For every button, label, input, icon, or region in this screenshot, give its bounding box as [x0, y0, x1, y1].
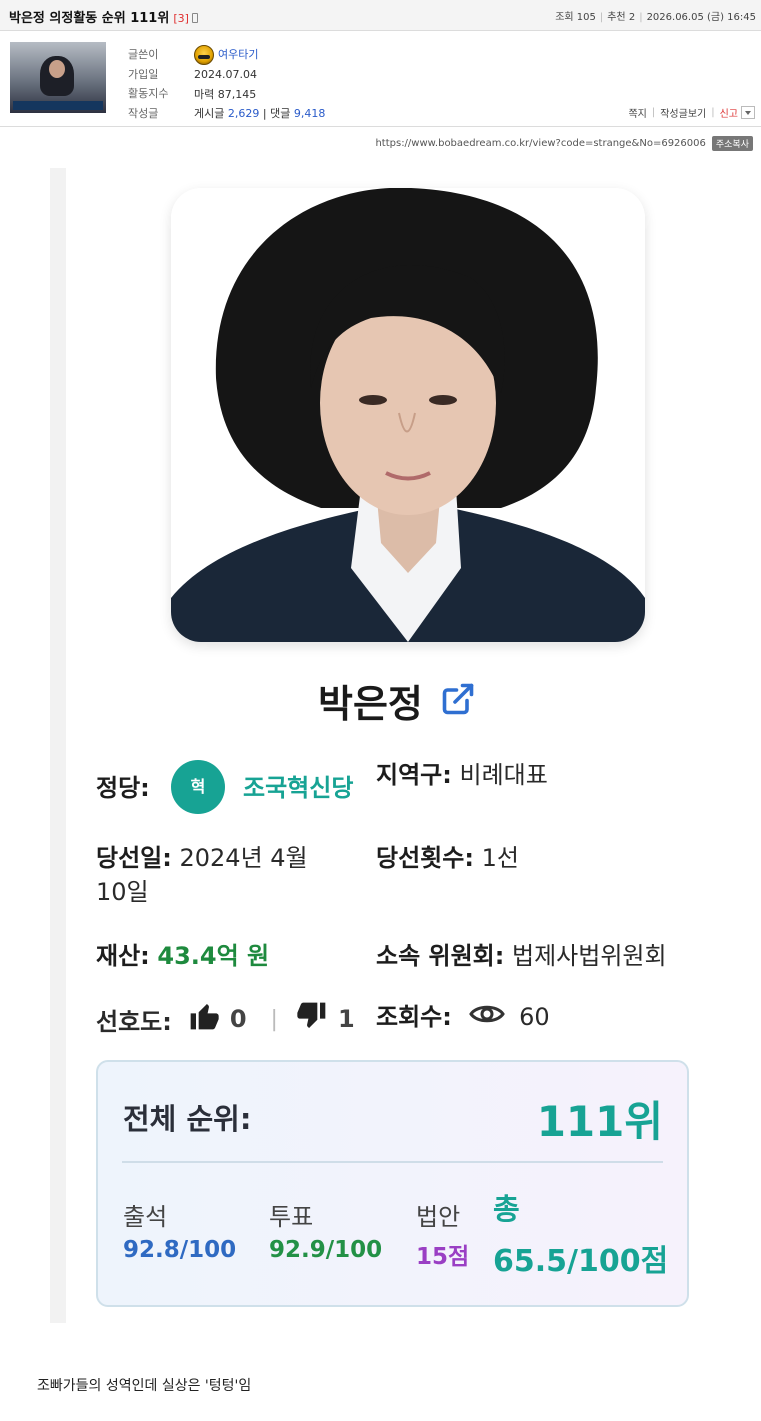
thumbs-up-icon[interactable]: [188, 1000, 220, 1038]
url-row: https://www.bobaedream.co.kr/view?code=s…: [375, 136, 753, 151]
author-labels: 글쓴이 가입일 활동지수 작성글: [128, 45, 168, 123]
author-posts: 게시글 2,629 | 댓글 9,418: [194, 107, 326, 120]
chevron-down-icon[interactable]: [741, 106, 755, 119]
posts-label: 작성글: [128, 106, 159, 120]
copy-url-button[interactable]: 주소복사: [711, 136, 753, 151]
party-name[interactable]: 조국혁신당: [243, 768, 353, 803]
lawmaker-card: 박은정 정당: 혁 조국혁신당 지역구: 비례대표 당선일: 2024년 4월 …: [50, 168, 728, 1323]
author-nickname[interactable]: 여우타기: [218, 45, 258, 65]
comments-count-link[interactable]: 9,418: [294, 107, 326, 120]
author-nickname-row[interactable]: 여우타기: [194, 45, 325, 65]
views-value: 60: [519, 1003, 550, 1031]
preference-row: 선호도: 0 | 1: [96, 1000, 355, 1038]
view-posts-button[interactable]: 작성글보기: [660, 105, 706, 120]
total-value: 65.5/100점: [493, 1244, 669, 1279]
total-label: 총: [493, 1192, 520, 1226]
lawmaker-name: 박은정: [318, 682, 423, 726]
portrait-image: [171, 188, 645, 642]
recommend-count: 추천 2: [607, 12, 636, 23]
author-actions: 쪽지 | 작성글보기 | 신고: [628, 105, 755, 120]
score-divider: [122, 1161, 663, 1163]
terms-field: 당선횟수: 1선: [376, 844, 519, 872]
party-logo-icon: 혁: [171, 760, 225, 814]
posts-count-link[interactable]: 2,629: [228, 107, 260, 120]
dislikes-count: 1: [337, 1005, 355, 1033]
post-meta: 조회 105 | 추천 2 | 2026.06.05 (금) 16:45: [555, 12, 756, 23]
author-profile: 글쓴이 가입일 활동지수 작성글 여우타기 2024.07.04 마력 87,1…: [0, 31, 761, 127]
vote-label: 투표: [269, 1203, 314, 1231]
post-date: 2026.06.05 (금) 16:45: [646, 12, 756, 23]
preference-label: 선호도:: [96, 1007, 172, 1036]
report-button[interactable]: 신고: [720, 105, 738, 120]
overall-rank-value: 111위: [536, 1097, 663, 1146]
attendance-value: 92.8/100: [123, 1237, 237, 1263]
activity-label: 활동지수: [128, 87, 169, 100]
author-avatar[interactable]: [10, 42, 106, 113]
external-link-icon[interactable]: [440, 681, 476, 721]
post-header: 박은정 의정활동 순위 111위 [3] 조회 105 | 추천 2 | 2026.06.…: [0, 0, 761, 31]
joined-label: 가입일: [128, 67, 159, 81]
district-field: 지역구: 비례대표: [376, 761, 548, 789]
assets-value: 43.4억 원: [157, 942, 270, 970]
vote-value: 92.9/100: [269, 1237, 383, 1263]
author-activity: 마력 87,145: [194, 87, 257, 101]
party-label: 정당:: [96, 774, 150, 802]
writer-label: 글쓴이: [128, 48, 159, 61]
post-title: 박은정 의정활동 순위 111위 [3]: [9, 7, 198, 26]
comment-count[interactable]: [3]: [173, 12, 189, 25]
author-joined: 2024.07.04: [194, 68, 257, 81]
overall-rank-label: 전체 순위:: [123, 1102, 252, 1136]
preference-separator: |: [270, 1006, 278, 1032]
committee-field: 소속 위원회: 법제사법위원회: [376, 942, 667, 970]
assets-field: 재산: 43.4억 원: [96, 942, 270, 970]
view-count: 조회 105: [555, 12, 596, 23]
name-row: 박은정: [66, 673, 728, 728]
attendance-label: 출석: [123, 1203, 168, 1231]
post-title-text: 박은정 의정활동 순위 111위: [9, 11, 170, 26]
district-value: 비례대표: [459, 761, 548, 789]
level-badge-icon: [194, 45, 214, 65]
post-url: https://www.bobaedream.co.kr/view?code=s…: [375, 138, 706, 149]
bill-value: 15점: [416, 1244, 470, 1270]
committee-value: 법제사법위원회: [512, 942, 667, 970]
views-field: 조회수: 60: [376, 1000, 550, 1035]
post-body-text: 조빠가들의 성역인데 실상은 '텅텅'임: [37, 1378, 252, 1394]
message-button[interactable]: 쪽지: [628, 105, 646, 120]
author-values: 여우타기 2024.07.04 마력 87,145 게시글 2,629 | 댓글…: [194, 45, 325, 124]
thumbs-down-icon[interactable]: [296, 1000, 328, 1038]
eye-icon: [469, 1001, 506, 1035]
mobile-icon: [191, 13, 198, 23]
score-panel: 전체 순위: 111위 출석 92.8/100 투표 92.9/100 법안 1…: [96, 1060, 689, 1307]
likes-count: 0: [229, 1005, 247, 1033]
elected-date-field: 당선일: 2024년 4월 10일: [96, 844, 308, 906]
bill-label: 법안: [416, 1203, 461, 1231]
